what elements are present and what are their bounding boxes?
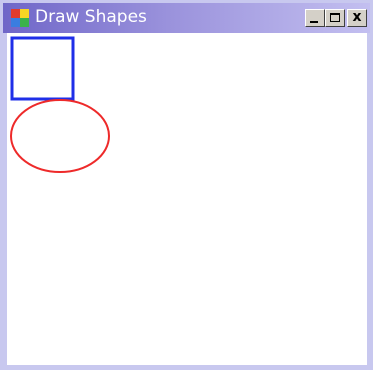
windows-form-icon[interactable] [11,9,31,29]
minimize-button[interactable] [305,9,325,27]
maximize-icon [330,13,340,22]
draw-shapes-window: Draw Shapes x [0,0,373,370]
close-button[interactable]: x [347,9,367,27]
maximize-button[interactable] [325,9,345,27]
window-title: Draw Shapes [35,7,147,27]
shapes-surface [10,36,110,173]
close-icon: x [352,9,362,25]
blue-rectangle-shape [10,36,75,101]
title-bar[interactable]: Draw Shapes x [3,3,370,33]
minimize-icon [310,21,318,23]
red-ellipse-shape [10,99,110,173]
drawing-canvas[interactable] [7,33,367,365]
